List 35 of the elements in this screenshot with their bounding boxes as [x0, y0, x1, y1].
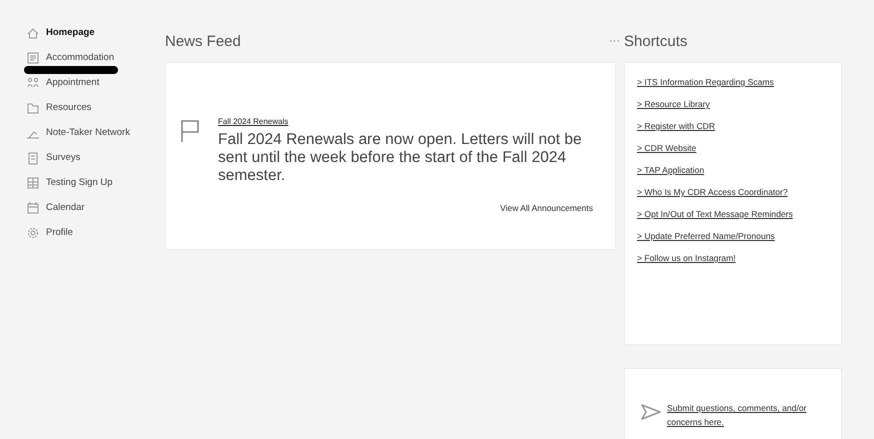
- nav-item[interactable]: Calendar: [26, 198, 165, 217]
- shortcut-link[interactable]: > Opt In/Out of Text Message Reminders: [637, 207, 827, 221]
- shortcut-link[interactable]: > Follow us on Instagram!: [637, 251, 827, 265]
- home-icon: [26, 26, 40, 40]
- nav-item[interactable]: Profile: [26, 223, 165, 242]
- nav-item[interactable]: Resources: [26, 98, 165, 117]
- shortcut-link[interactable]: > ITS Information Regarding Scams: [637, 75, 827, 89]
- shortcut-link[interactable]: > Resource Library: [637, 97, 827, 111]
- folder-icon: [26, 100, 40, 114]
- list-icon: [26, 50, 40, 64]
- clipboard-icon: [26, 150, 40, 164]
- shortcut-link[interactable]: > TAP Application: [637, 163, 827, 177]
- nav-item[interactable]: Note-Taker Network: [26, 123, 165, 142]
- shortcut-link[interactable]: > Register with CDR: [637, 119, 827, 133]
- send-icon: [641, 404, 661, 420]
- nav-item[interactable]: Appointment: [26, 73, 165, 92]
- nav-item[interactable]: Testing Sign Up: [26, 173, 165, 192]
- calendar-icon: [26, 200, 40, 214]
- feedback-link[interactable]: Submit questions, comments, and/or concerns here.: [667, 401, 821, 429]
- more-menu[interactable]: ···: [609, 35, 620, 47]
- shortcut-link[interactable]: > Update Preferred Name/Pronouns: [637, 229, 827, 243]
- shortcut-link[interactable]: > CDR Website: [637, 141, 827, 155]
- announcement-link[interactable]: Fall 2024 Renewals: [218, 117, 288, 126]
- nav-item[interactable]: Surveys: [26, 148, 165, 167]
- nav-item[interactable]: Accommodation: [26, 48, 165, 67]
- shortcut-link[interactable]: > Who Is My CDR Access Coordinator?: [637, 185, 827, 199]
- section-title: News Feed: [165, 32, 241, 50]
- people-icon: [26, 76, 40, 90]
- gear-icon: [26, 226, 40, 240]
- nav-item[interactable]: Homepage: [26, 23, 165, 42]
- grid-icon: [26, 176, 40, 190]
- section-title: Shortcuts: [624, 32, 688, 50]
- announcement-text: Fall 2024 Renewals are now open. Letters will not be sent until the week before the start of the Fall 2024 semester.: [218, 131, 583, 185]
- flag-icon: [180, 119, 200, 143]
- view-all-link[interactable]: View All Announcements: [500, 203, 593, 213]
